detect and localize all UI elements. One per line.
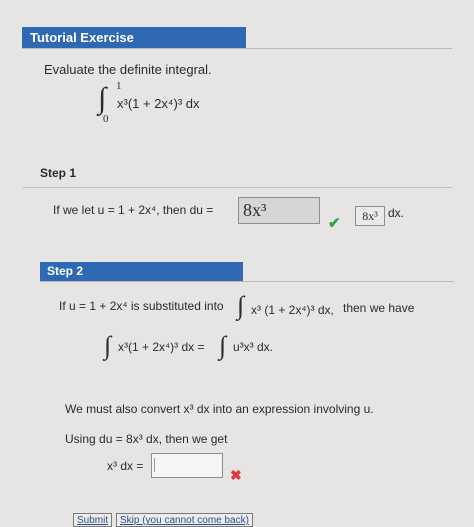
exercise-prompt: Evaluate the definite integral. — [44, 62, 212, 77]
step2-convert-text: We must also convert x³ dx into an expre… — [65, 402, 374, 416]
step2-equation-right: u³x³ dx. — [233, 340, 274, 354]
integral-sign-icon: ∫ — [237, 291, 245, 320]
tutorial-exercise-header: Tutorial Exercise — [22, 27, 246, 48]
step2-substitution-integrand: x³ (1 + 2x⁴)³ dx, — [251, 303, 334, 317]
integral-upper-limit: 1 — [116, 80, 122, 92]
integral-lower-limit: 0 — [103, 113, 109, 125]
integrand: x³(1 + 2x⁴)³ dx — [117, 96, 200, 111]
step2-answer-field[interactable] — [151, 453, 223, 478]
cross-icon: ✖ — [230, 467, 242, 483]
step1-answer-echo: 8x³ — [355, 206, 385, 226]
text-caret — [154, 458, 155, 472]
integral-sign-icon: ∫ — [104, 331, 112, 360]
integral-sign-icon: ∫ — [219, 331, 227, 360]
step1-answer-field[interactable]: 8x³ — [238, 197, 320, 224]
step2-substitution-text: If u = 1 + 2x⁴ is substituted into — [59, 299, 224, 313]
step2-divider — [40, 281, 454, 282]
step1-divider — [22, 187, 452, 188]
step2-equation-left: x³(1 + 2x⁴)³ dx = — [118, 340, 205, 354]
step1-dx-label: dx. — [388, 206, 405, 220]
step1-text: If we let u = 1 + 2x⁴, then du = — [53, 203, 214, 217]
skip-button[interactable]: Skip (you cannot come back) — [116, 513, 253, 527]
step1-label: Step 1 — [40, 166, 77, 180]
step2-using-text: Using du = 8x³ dx, then we get — [65, 432, 228, 446]
integral-sign-icon: ∫ — [98, 82, 107, 115]
step2-header: Step 2 — [40, 262, 243, 281]
header-divider — [22, 48, 452, 49]
step2-then-have: then we have — [343, 301, 415, 315]
checkmark-icon: ✔ — [328, 215, 341, 232]
submit-button[interactable]: Submit — [73, 513, 113, 527]
step2-x3dx-label: x³ dx = — [107, 459, 144, 473]
